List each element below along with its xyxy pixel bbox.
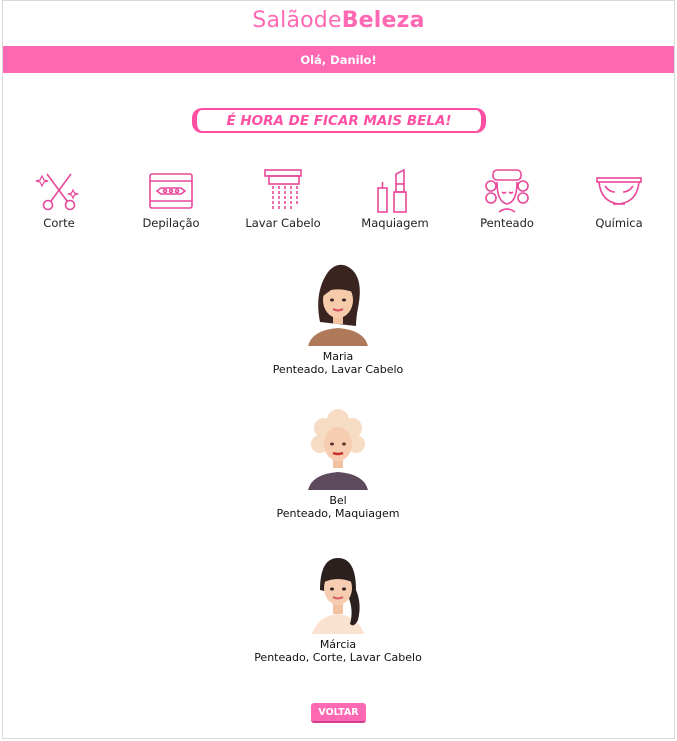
service-maquiagem[interactable]: Maquiagem	[345, 166, 445, 230]
woman-dark-hair-avatar	[308, 264, 368, 346]
professional-services: Penteado, Corte, Lavar Cabelo	[254, 651, 422, 664]
professional-name: Maria	[322, 350, 354, 363]
professional-card-maria[interactable]: Maria Penteado, Lavar Cabelo	[188, 262, 488, 376]
service-corte[interactable]: Corte	[9, 166, 109, 230]
brand-logo: SalãodeBeleza	[0, 8, 677, 33]
razor-blade-icon	[149, 173, 193, 209]
professional-name: Márcia	[319, 638, 357, 651]
back-button[interactable]: VOLTAR	[311, 703, 366, 723]
service-label: Depilação	[142, 216, 200, 230]
brand-part-1: Salãode	[252, 8, 342, 33]
service-label: Maquiagem	[361, 216, 429, 230]
professional-services: Penteado, Lavar Cabelo	[272, 363, 404, 376]
slogan-text: É HORA DE FICAR MAIS BELA!	[226, 112, 452, 129]
brand-part-2: Beleza	[341, 8, 425, 33]
service-depilacao[interactable]: Depilação	[121, 166, 221, 230]
woman-blonde-hair-avatar	[308, 409, 368, 490]
service-lavar-cabelo[interactable]: Lavar Cabelo	[233, 166, 333, 230]
service-label: Penteado	[480, 216, 534, 230]
shower-icon	[264, 169, 302, 210]
slogan-banner: É HORA DE FICAR MAIS BELA!	[192, 108, 486, 133]
service-quimica[interactable]: Química	[569, 166, 669, 230]
service-label: Lavar Cabelo	[245, 216, 321, 230]
professional-services: Penteado, Maquiagem	[276, 507, 400, 520]
service-label: Corte	[43, 216, 75, 230]
scissors-icon	[35, 173, 80, 211]
service-penteado[interactable]: Penteado	[457, 166, 557, 230]
hair-rollers-icon	[485, 169, 529, 213]
professional-card-bel[interactable]: Bel Penteado, Maquiagem	[188, 406, 488, 520]
greeting-bar: Olá, Danilo!	[3, 46, 674, 73]
services-row: Corte Depilação Lavar Cabelo Maquiagem P…	[0, 166, 677, 236]
woman-bangs-avatar	[312, 558, 364, 634]
lipstick-icon	[377, 168, 407, 213]
professional-name: Bel	[329, 494, 347, 507]
service-label: Química	[595, 216, 643, 230]
greeting-text: Olá, Danilo!	[300, 52, 377, 67]
professional-card-marcia[interactable]: Márcia Penteado, Corte, Lavar Cabelo	[188, 550, 488, 664]
bowl-icon	[596, 177, 642, 205]
